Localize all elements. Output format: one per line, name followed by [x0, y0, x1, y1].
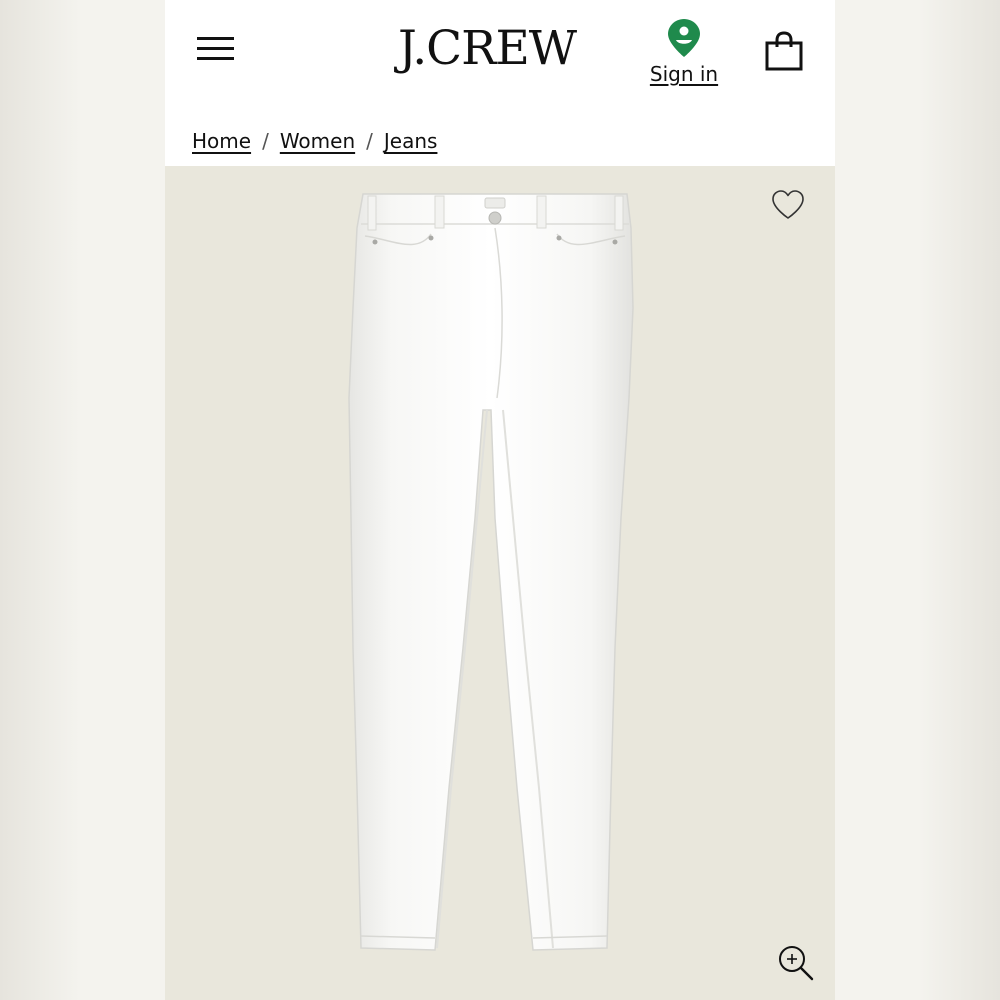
heart-icon[interactable] [771, 189, 805, 221]
hamburger-menu-icon [197, 57, 234, 60]
brand-logo[interactable]: J.CREW [398, 22, 577, 76]
hamburger-menu-icon [197, 37, 234, 40]
mobile-page: J.CREW Sign in Home / Women / Jeans [165, 0, 835, 1000]
product-image-white-jeans[interactable] [345, 188, 645, 958]
breadcrumb-women[interactable]: Women [280, 129, 355, 153]
zoom-in-icon[interactable] [777, 944, 815, 982]
site-header: J.CREW Sign in [165, 0, 835, 112]
sign-in-label: Sign in [649, 62, 719, 86]
breadcrumb-separator: / [262, 129, 269, 153]
location-pin-user-icon [668, 19, 700, 57]
menu-button[interactable] [195, 34, 235, 64]
breadcrumb-jeans[interactable]: Jeans [384, 129, 438, 153]
product-image-area [165, 166, 835, 1000]
hamburger-menu-icon [197, 47, 234, 50]
breadcrumb: Home / Women / Jeans [192, 126, 437, 156]
sign-in-button[interactable]: Sign in [647, 18, 721, 92]
shopping-bag-icon[interactable] [765, 31, 803, 71]
breadcrumb-home[interactable]: Home [192, 129, 251, 153]
breadcrumb-separator: / [366, 129, 373, 153]
